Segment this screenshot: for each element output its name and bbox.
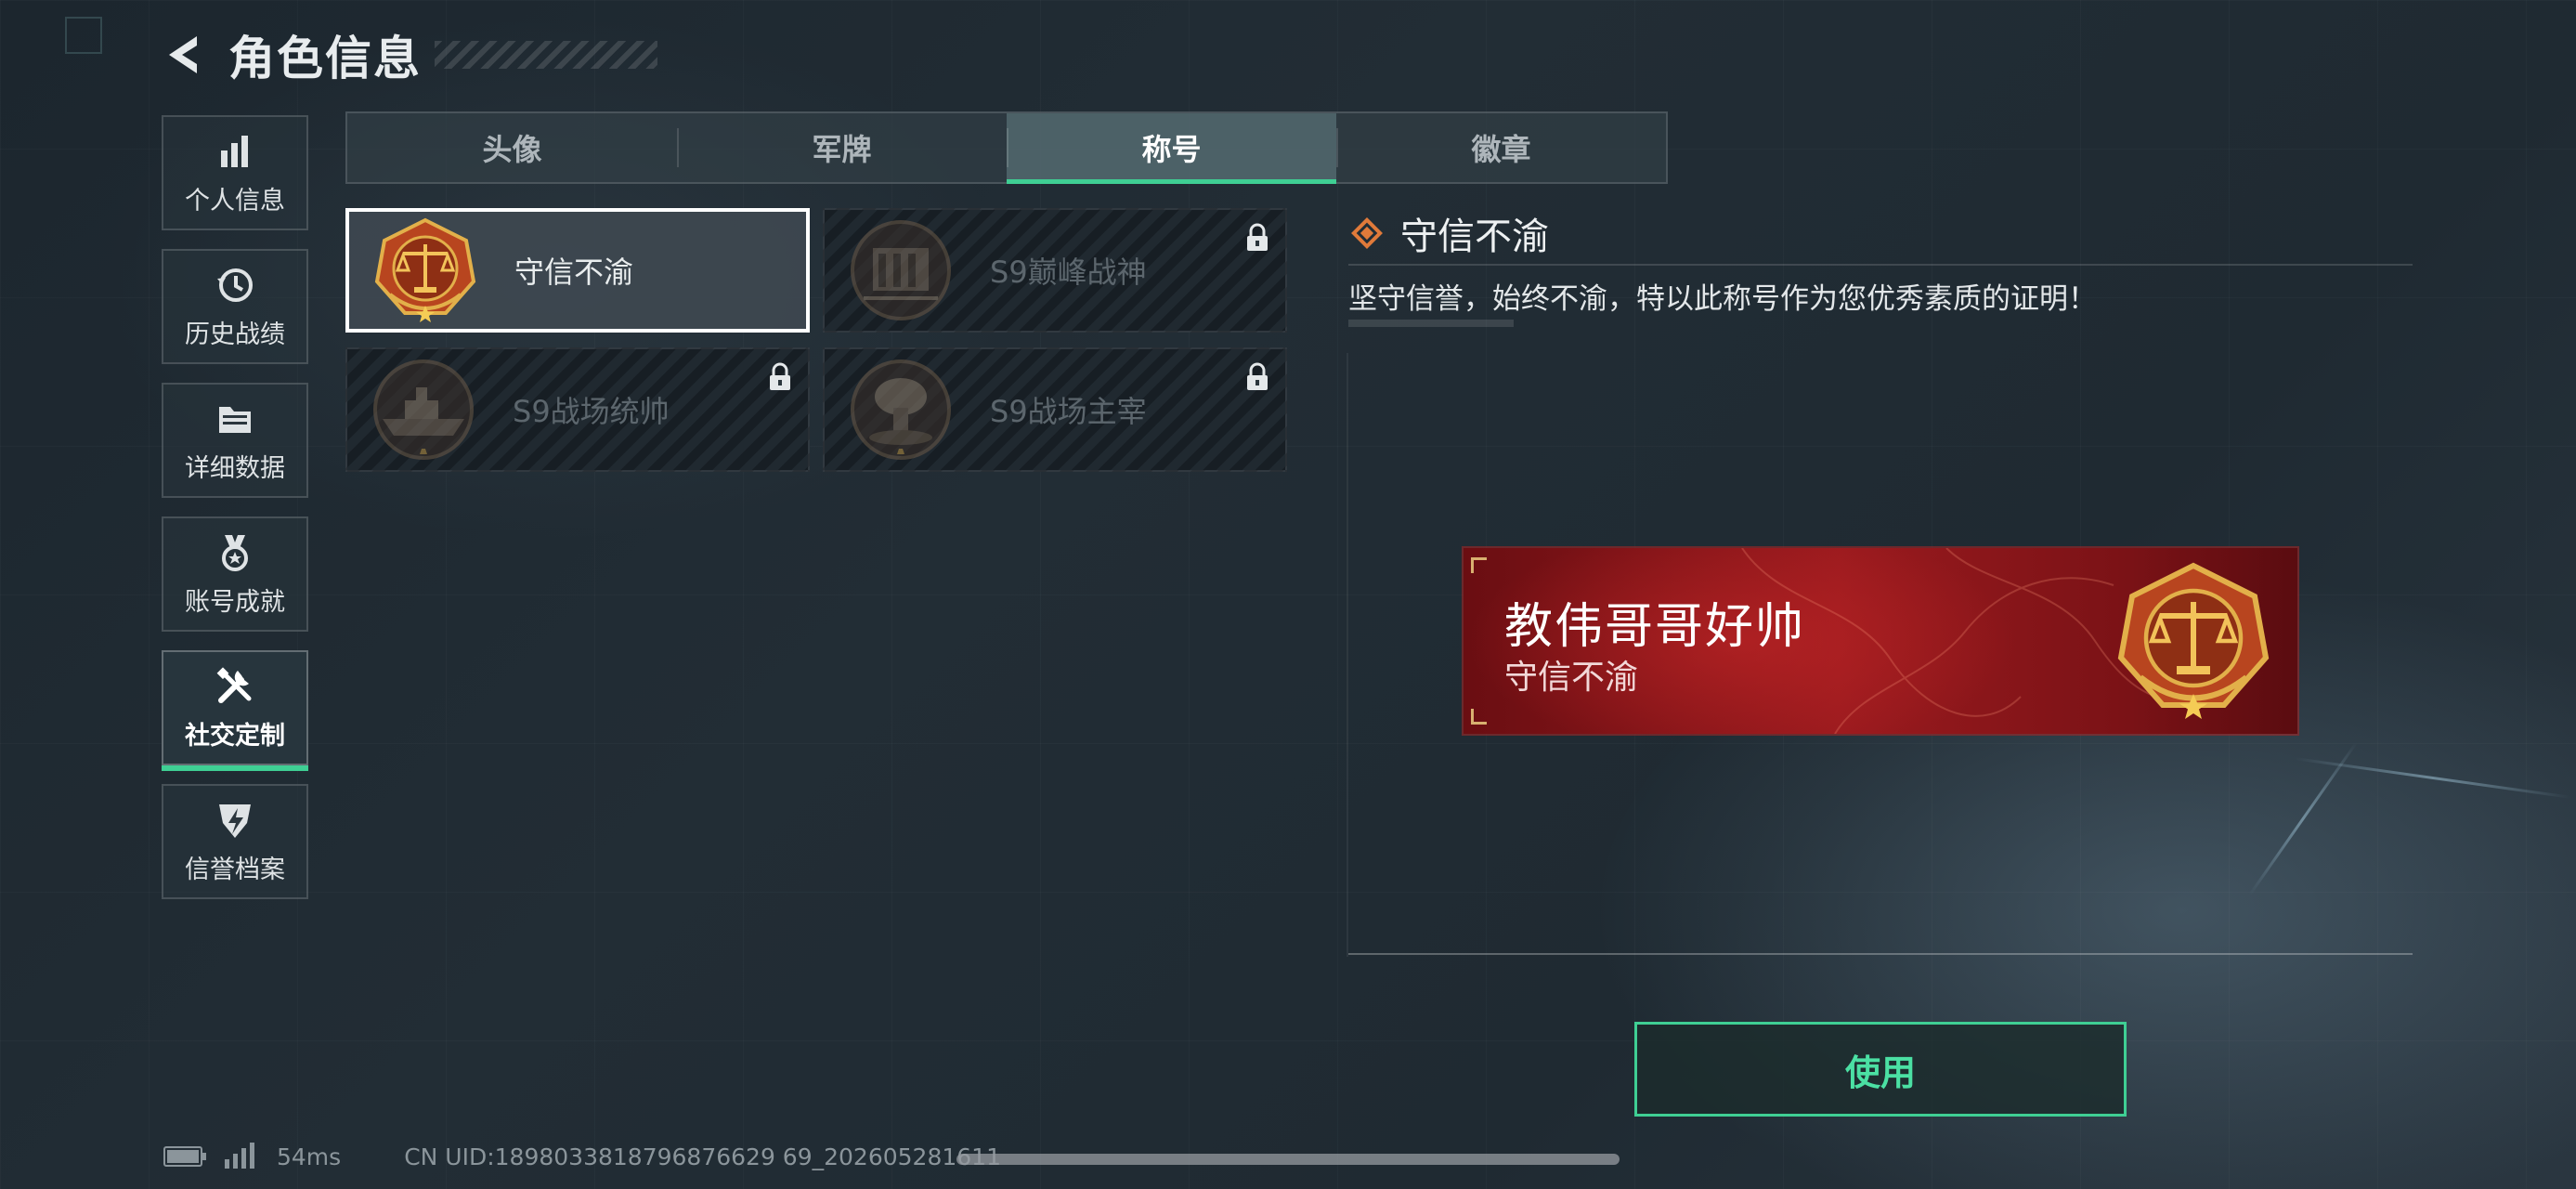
title-card[interactable]: 守信不渝 — [345, 208, 810, 333]
battery-icon — [163, 1146, 206, 1167]
bracket-decoration — [1471, 557, 1487, 573]
detail-title: 守信不渝 — [1400, 216, 1549, 258]
tab-dog-tag[interactable]: 军牌 — [677, 113, 1007, 182]
divider — [1348, 953, 2413, 955]
sidebar-item-label: 账号成就 — [185, 587, 285, 617]
title-decoration — [435, 41, 657, 69]
sidebar-item-label: 详细数据 — [185, 453, 285, 483]
bracket-decoration — [1471, 709, 1487, 725]
status-bar: 54ms CN UID:1898033818796876629 69_20260… — [163, 1143, 1001, 1170]
sidebar-item-achievements[interactable]: 账号成就 — [162, 516, 308, 632]
diamond-icon — [1351, 217, 1383, 249]
corner-decoration — [65, 17, 102, 54]
latency-value: 54ms — [277, 1143, 342, 1170]
banner-title-name: 守信不渝 — [1504, 659, 1639, 697]
shield-icon — [219, 804, 251, 838]
folder-icon — [219, 406, 251, 433]
page-title: 角色信息 — [228, 32, 422, 85]
scales-emblem-icon — [374, 217, 476, 322]
sidebar-item-label: 社交定制 — [185, 721, 285, 751]
warship-emblem-icon — [373, 359, 474, 460]
bar-chart-icon — [221, 135, 248, 167]
sidebar-item-label: 历史战绩 — [185, 320, 285, 349]
lock-icon — [1247, 362, 1268, 390]
title-card[interactable]: S9战场统帅 — [345, 347, 810, 472]
detail-header: 守信不渝 — [1347, 206, 1549, 260]
title-preview-banner: 教伟哥哥好帅 守信不渝 — [1464, 548, 2297, 734]
tab-badge[interactable]: 徽章 — [1336, 113, 1666, 182]
detail-description: 坚守信誉，始终不渝，特以此称号作为您优秀素质的证明！ — [1348, 282, 2097, 316]
medal-icon — [222, 534, 248, 571]
divider — [1348, 264, 2413, 266]
sidebar: 个人信息 历史战绩 详细数据 账号成就 社交定制 信誉档案 — [162, 115, 312, 918]
use-button[interactable]: 使用 — [1634, 1022, 2127, 1117]
sidebar-item-personal-info[interactable]: 个人信息 — [162, 115, 308, 230]
sidebar-item-history[interactable]: 历史战绩 — [162, 249, 308, 364]
sidebar-item-label: 个人信息 — [185, 186, 285, 216]
sidebar-item-label: 信誉档案 — [185, 855, 285, 884]
sidebar-item-social-custom[interactable]: 社交定制 — [162, 650, 308, 771]
tab-avatar[interactable]: 头像 — [347, 113, 677, 182]
title-card-name: 守信不渝 — [514, 255, 634, 290]
lock-icon — [770, 362, 790, 390]
lock-icon — [1247, 223, 1268, 251]
uid-text: CN UID:1898033818796876629 69_2026052816… — [404, 1143, 1001, 1170]
home-indicator[interactable] — [956, 1154, 1620, 1165]
back-arrow-icon[interactable] — [160, 31, 208, 79]
sidebar-item-detailed-data[interactable]: 详细数据 — [162, 383, 308, 498]
title-card[interactable]: S9战场主宰 — [823, 347, 1287, 472]
title-card-name: S9战场主宰 — [990, 394, 1147, 429]
detail-subline-decoration — [1348, 320, 1514, 327]
scales-emblem-icon — [2117, 562, 2270, 719]
sidebar-item-credit-record[interactable]: 信誉档案 — [162, 784, 308, 899]
clock-history-icon — [217, 268, 253, 302]
title-card[interactable]: S9巅峰战神 — [823, 208, 1287, 333]
title-card-name: S9巅峰战神 — [990, 255, 1147, 290]
mushroom-cloud-emblem-icon — [851, 359, 951, 460]
tab-title[interactable]: 称号 — [1007, 113, 1336, 184]
signal-icon — [225, 1143, 254, 1169]
title-card-name: S9战场统帅 — [513, 394, 670, 429]
category-tabs: 头像 军牌 称号 徽章 — [345, 111, 1668, 184]
banner-player-name: 教伟哥哥好帅 — [1504, 599, 1806, 655]
tools-icon — [216, 666, 252, 703]
page-header: 角色信息 — [160, 22, 657, 87]
building-emblem-icon — [851, 220, 951, 320]
